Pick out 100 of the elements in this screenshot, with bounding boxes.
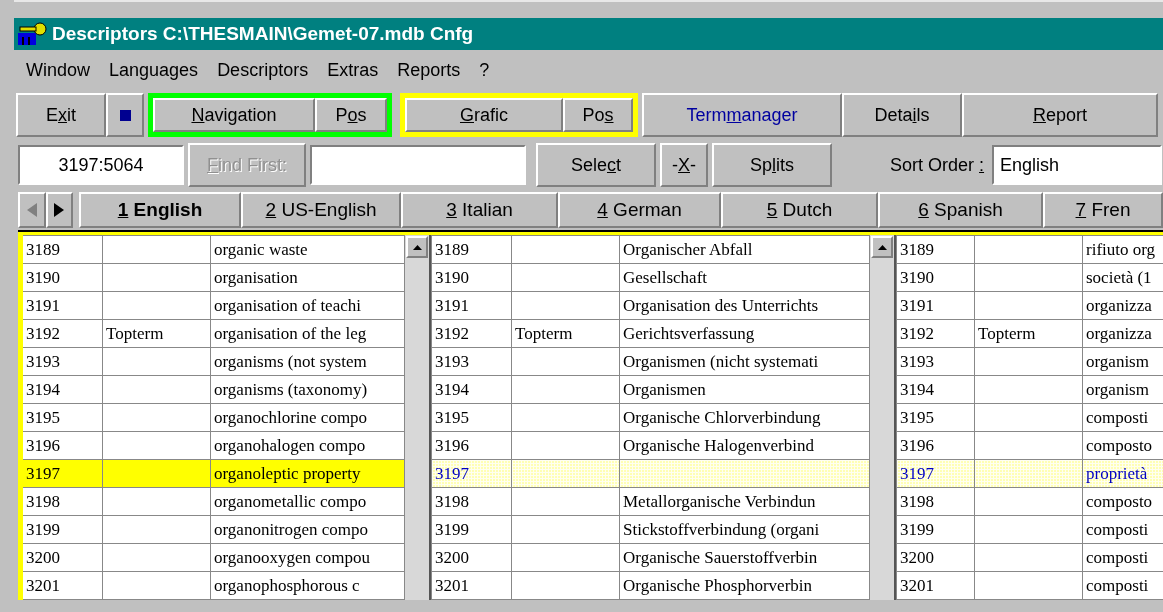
table-cell: proprietà [1082, 459, 1163, 488]
table-cell: 3194 [896, 375, 975, 404]
table-cell: 3195 [896, 403, 975, 432]
table-cell: organooxygen compou [210, 543, 405, 572]
table-cell: organic waste [210, 235, 405, 264]
scrollbar[interactable] [405, 235, 429, 600]
table-cell: Organische Sauerstoffverbin [619, 543, 870, 572]
table-cell: organometallic compo [210, 487, 405, 516]
table-cell: 3197 [20, 459, 103, 488]
toolbar-button[interactable]: Splits [712, 143, 832, 187]
language-tab[interactable]: 2 US-English [241, 192, 401, 228]
menu-item[interactable]: Window [18, 59, 102, 81]
table-cell: Stickstoffverbindung (organi [619, 515, 870, 544]
table-cell: Metallorganische Verbindun [619, 487, 870, 516]
menu-item[interactable]: Languages [101, 59, 210, 81]
toolbar-button[interactable]: Pos [315, 98, 387, 132]
up-arrow-icon [412, 244, 422, 250]
table-cell: 3192 [20, 319, 103, 348]
table-cell: 3189 [896, 235, 975, 264]
table-cell: 3201 [431, 571, 512, 600]
table-cell: organohalogen compo [210, 431, 405, 460]
table-cell: 3195 [20, 403, 103, 432]
language-tab[interactable]: 3 Italian [401, 192, 558, 228]
table-cell: 3199 [896, 515, 975, 544]
table-cell: Gesellschaft [619, 263, 870, 292]
table-cell: organisation of teachi [210, 291, 405, 320]
table-cell: Gerichtsverfassung [619, 319, 870, 348]
table-cell: Organisation des Unterrichts [619, 291, 870, 320]
position-field[interactable]: 3197:5064 [18, 145, 184, 185]
scroll-up-button[interactable] [406, 236, 428, 258]
table-cell: organonitrogen compo [210, 515, 405, 544]
table-cell: 3192 [431, 319, 512, 348]
toolbar-button[interactable]: Report [962, 93, 1158, 137]
language-tab[interactable]: 1 English [79, 192, 241, 228]
table-cell: 3191 [431, 291, 512, 320]
table-cell: 3191 [896, 291, 975, 320]
menu-item[interactable]: Extras [319, 59, 390, 81]
toolbar-button[interactable]: Select [536, 143, 656, 187]
table-cell: organisation [210, 263, 405, 292]
table-cell: 3191 [20, 291, 103, 320]
menu-item[interactable]: Descriptors [209, 59, 320, 81]
table-cell: 3199 [431, 515, 512, 544]
table-cell: 3190 [896, 263, 975, 292]
table-cell: 3194 [20, 375, 103, 404]
table-cell: 3196 [896, 431, 975, 460]
toolbar-button[interactable]: -X- [660, 143, 708, 187]
table-cell: Topterm [511, 319, 620, 348]
scrollbar[interactable] [870, 235, 894, 600]
table-cell: 3196 [431, 431, 512, 460]
table-cell: 3194 [431, 375, 512, 404]
up-arrow-icon [877, 244, 887, 250]
table-cell: 3200 [431, 543, 512, 572]
sort-order-label: Sort Order : [890, 154, 985, 176]
language-tab[interactable]: 4 German [558, 192, 721, 228]
table-cell: 3200 [896, 543, 975, 572]
table-cell: rifiuto org [1082, 235, 1163, 264]
toolbar-button[interactable]: Grafic [405, 98, 563, 132]
table-cell: Organismen (nicht systemati [619, 347, 870, 376]
sort-order-field[interactable]: English [992, 145, 1163, 185]
toolbar-button[interactable]: Pos [563, 98, 633, 132]
app-icon [16, 21, 48, 47]
square-icon [119, 109, 131, 121]
next-button[interactable] [45, 192, 74, 228]
language-tab[interactable]: 5 Dutch [721, 192, 878, 228]
table-cell: Organische Phosphorverbin [619, 571, 870, 600]
table-cell: organoleptic property [210, 459, 405, 488]
table-cell: organochlorine compo [210, 403, 405, 432]
table-cell: Organische Halogenverbind [619, 431, 870, 460]
table-cell: 3201 [20, 571, 103, 600]
menu-item[interactable]: Reports [389, 59, 472, 81]
table-cell: 3193 [431, 347, 512, 376]
table-cell: 3201 [896, 571, 975, 600]
find-field[interactable] [310, 145, 526, 185]
table-cell: 3190 [431, 263, 512, 292]
menu-item[interactable]: ? [471, 59, 501, 81]
table-cell: Organismen [619, 375, 870, 404]
language-tab[interactable]: 6 Spanish [878, 192, 1043, 228]
table-cell: 3189 [20, 235, 103, 264]
table-cell: 3193 [896, 347, 975, 376]
table-cell: organophosphorous c [210, 571, 405, 600]
toolbar-button[interactable]: Details [842, 93, 962, 137]
table-cell: 3199 [20, 515, 103, 544]
scroll-up-button[interactable] [871, 236, 893, 258]
table-cell: Organische Chlorverbindung [619, 403, 870, 432]
toolbar-button[interactable]: Exit [16, 93, 106, 137]
toolbar-button[interactable]: Termmanager [642, 93, 842, 137]
table-cell: 3190 [20, 263, 103, 292]
table-cell: Topterm [102, 319, 211, 348]
toolbar-button[interactable] [106, 93, 144, 137]
table-cell: 3198 [20, 487, 103, 516]
table-cell: organisms (taxonomy) [210, 375, 405, 404]
table-cell: organisms (not system [210, 347, 405, 376]
window-title: Descriptors C:\THESMAIN\Gemet-07.mdb Cnfg [52, 23, 474, 45]
table-cell: 3200 [20, 543, 103, 572]
toolbar-button[interactable]: Navigation [153, 98, 315, 132]
table-cell: 3198 [431, 487, 512, 516]
table-cell: 3193 [20, 347, 103, 376]
table-cell: 3197 [896, 459, 975, 488]
language-tab[interactable]: 7 Fren [1043, 192, 1163, 228]
table-cell: 3196 [20, 431, 103, 460]
